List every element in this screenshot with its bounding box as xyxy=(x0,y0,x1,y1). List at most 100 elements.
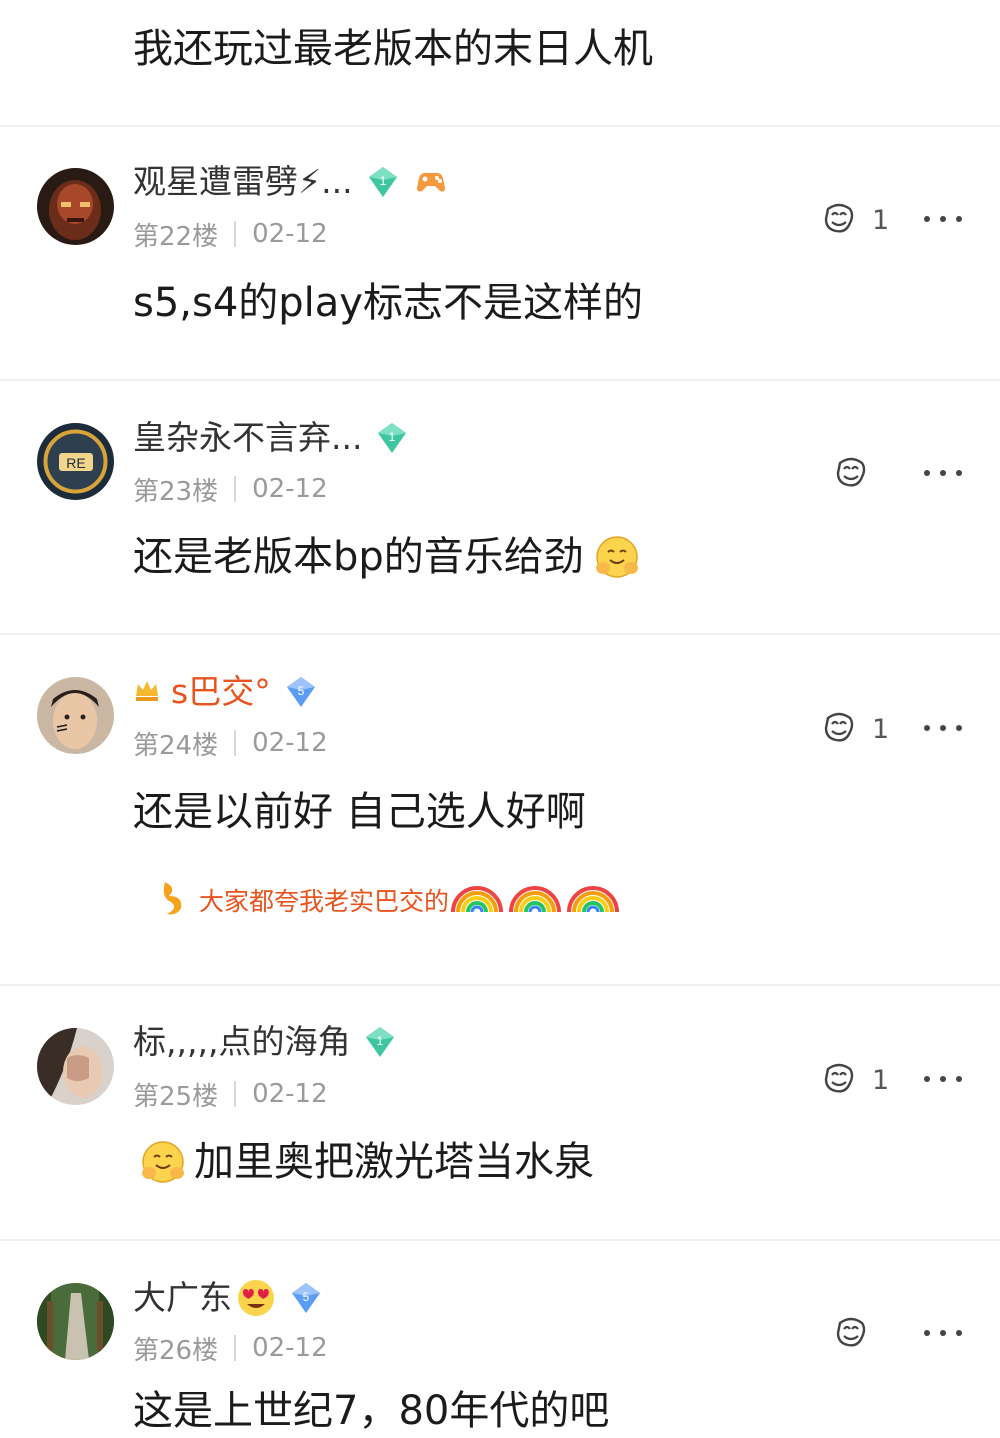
thumbs-up-icon xyxy=(820,1059,858,1101)
crown-icon xyxy=(133,676,161,708)
username[interactable]: 观星遭雷劈⚡... xyxy=(133,162,353,202)
svg-text:RE: RE xyxy=(66,455,85,471)
more-dot xyxy=(940,216,946,222)
meta-separator xyxy=(234,221,237,247)
post-date: 02-12 xyxy=(252,1079,328,1109)
more-button[interactable] xyxy=(924,723,962,733)
like-button[interactable]: 1 xyxy=(820,200,889,240)
badge-level-text: 5 xyxy=(303,1290,310,1304)
hug-emoji-icon xyxy=(138,1137,188,1187)
like-count: 1 xyxy=(872,1064,890,1096)
comment-content: 还是老版本bp的音乐给劲 xyxy=(133,530,642,584)
thumbs-up-icon xyxy=(820,708,858,750)
meta-row: 第25楼 02-12 xyxy=(133,1077,328,1112)
signature-flame-icon xyxy=(155,878,189,922)
like-count: 1 xyxy=(872,204,890,236)
avatar[interactable] xyxy=(37,1283,114,1360)
like-button[interactable] xyxy=(832,1314,870,1354)
meta-row: 第24楼 02-12 xyxy=(133,726,328,761)
like-count: 1 xyxy=(872,713,890,745)
badge-level-text: 1 xyxy=(389,430,396,444)
floor-number: 第23楼 xyxy=(133,476,219,507)
post-date: 02-12 xyxy=(252,728,328,758)
more-dot xyxy=(924,216,930,222)
avatar[interactable] xyxy=(37,1028,114,1105)
meta-row: 第22楼 02-12 xyxy=(133,217,328,252)
more-button[interactable] xyxy=(924,1074,962,1084)
more-dot xyxy=(924,470,930,476)
thumbs-up-icon xyxy=(832,453,870,495)
divider xyxy=(0,125,1000,127)
level-badge-icon: 1 xyxy=(362,1024,398,1060)
user-row: 皇杂永不言弃... 1 xyxy=(133,418,410,458)
more-dot xyxy=(924,725,930,731)
meta-row: 第26楼 02-12 xyxy=(133,1331,328,1366)
more-button[interactable] xyxy=(924,1328,962,1338)
game-controller-icon xyxy=(413,164,449,200)
avatar[interactable] xyxy=(37,677,114,754)
meta-separator xyxy=(234,476,237,502)
username[interactable]: 皇杂永不言弃... xyxy=(133,418,362,458)
user-row: 观星遭雷劈⚡... 1 xyxy=(133,162,449,202)
more-button[interactable] xyxy=(924,468,962,478)
floor-number: 第22楼 xyxy=(133,221,219,252)
level-badge-icon: 1 xyxy=(374,420,410,456)
username[interactable]: 标,,,,,点的海角 xyxy=(133,1022,350,1062)
level-badge-icon: 5 xyxy=(283,674,319,710)
avatar[interactable] xyxy=(37,168,114,245)
more-dot xyxy=(924,1330,930,1336)
level-badge-icon: 5 xyxy=(288,1280,324,1316)
signature-text: 大家都夸我老实巴交的 xyxy=(199,887,450,916)
user-row: 标,,,,,点的海角 1 xyxy=(133,1022,398,1062)
thumbs-up-icon xyxy=(820,199,858,241)
badge-level-text: 1 xyxy=(379,174,386,188)
meta-row: 第23楼 02-12 xyxy=(133,472,328,507)
more-button[interactable] xyxy=(924,214,962,224)
divider xyxy=(0,379,1000,381)
meta-separator xyxy=(234,1081,237,1107)
divider xyxy=(0,1239,1000,1241)
floor-number: 第25楼 xyxy=(133,1081,219,1112)
comment-content: 加里奥把激光塔当水泉 xyxy=(138,1135,594,1189)
more-dot xyxy=(924,1076,930,1082)
more-dot xyxy=(940,1076,946,1082)
heart-eyes-emoji-icon xyxy=(236,1278,276,1318)
badge-level-text: 5 xyxy=(297,684,304,698)
comment-content: 我还玩过最老版本的末日人机 xyxy=(133,26,653,72)
post-date: 02-12 xyxy=(252,1333,328,1363)
meta-separator xyxy=(234,1335,237,1361)
more-dot xyxy=(940,470,946,476)
comment-text: 还是老版本bp的音乐给劲 xyxy=(133,534,584,580)
like-button[interactable]: 1 xyxy=(820,709,889,749)
post-date: 02-12 xyxy=(252,474,328,504)
comment-text: 加里奥把激光塔当水泉 xyxy=(194,1139,594,1185)
hug-emoji-icon xyxy=(592,532,642,582)
more-dot xyxy=(956,216,962,222)
comment-content: s5,s4的play标志不是这样的 xyxy=(133,280,643,326)
divider xyxy=(0,633,1000,635)
like-button[interactable]: 1 xyxy=(820,1060,889,1100)
more-dot xyxy=(956,470,962,476)
username[interactable]: s巴交° xyxy=(171,672,271,712)
floor-number: 第24楼 xyxy=(133,730,219,761)
badge-level-text: 1 xyxy=(377,1034,384,1048)
divider xyxy=(0,984,1000,986)
more-dot xyxy=(956,1076,962,1082)
more-dot xyxy=(956,1330,962,1336)
more-dot xyxy=(956,725,962,731)
username[interactable]: 大广东 xyxy=(133,1278,232,1318)
meta-separator xyxy=(234,730,237,756)
more-dot xyxy=(940,1330,946,1336)
floor-number: 第26楼 xyxy=(133,1335,219,1366)
thumbs-up-icon xyxy=(832,1313,870,1355)
user-row: s巴交° 5 xyxy=(133,672,319,712)
more-dot xyxy=(940,725,946,731)
post-date: 02-12 xyxy=(252,219,328,249)
rainbow-emoji-icon xyxy=(449,878,623,922)
user-row: 大广东 5 xyxy=(133,1278,324,1318)
user-signature: 大家都夸我老实巴交的 xyxy=(155,878,623,922)
avatar[interactable]: RE xyxy=(37,423,114,500)
like-button[interactable] xyxy=(832,454,870,494)
level-badge-icon: 1 xyxy=(365,164,401,200)
comment-content: 这是上世纪7，80年代的吧 xyxy=(133,1388,610,1434)
